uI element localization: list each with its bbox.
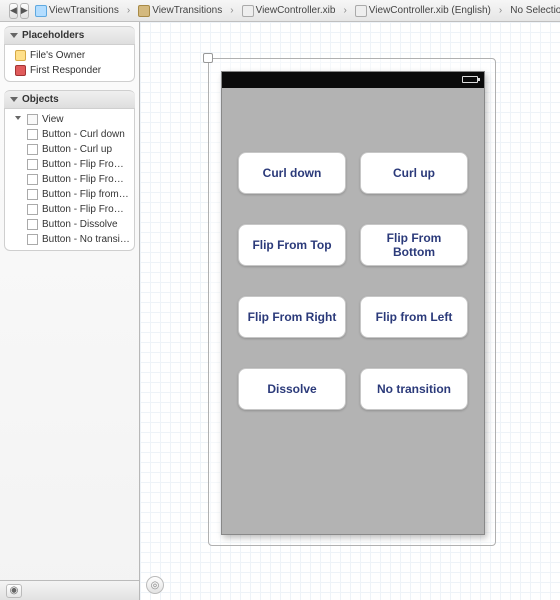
disclosure-triangle-icon[interactable]	[15, 116, 21, 123]
crumb-selection-label: No Selection	[510, 5, 560, 16]
scene-container[interactable]: Curl down Curl up Flip From Top Flip Fro…	[208, 58, 496, 546]
outline-button-label: Button - Flip From Top	[42, 159, 130, 170]
curl-up-button[interactable]: Curl up	[360, 152, 468, 194]
no-transition-button[interactable]: No transition	[360, 368, 468, 410]
ib-canvas[interactable]: Curl down Curl up Flip From Top Flip Fro…	[140, 22, 560, 600]
objects-section-body: View Button - Curl down Button - Curl up…	[4, 109, 135, 251]
first-responder-item[interactable]: First Responder	[5, 63, 134, 78]
files-owner-label: File's Owner	[30, 50, 85, 61]
button-icon	[27, 129, 38, 140]
nav-forward-button[interactable]: ▶	[20, 3, 29, 19]
button-icon	[27, 174, 38, 185]
crumb-separator	[340, 5, 349, 16]
files-owner-icon	[15, 50, 26, 61]
outline-button-label: Button - Flip From Bo...	[42, 174, 130, 185]
first-responder-icon	[15, 65, 26, 76]
view-label: View	[42, 114, 64, 125]
outline-button-item[interactable]: Button - No transition	[5, 232, 134, 247]
main-split: Placeholders File's Owner First Responde…	[0, 22, 560, 600]
crumb-folder-label: ViewTransitions	[152, 5, 222, 16]
outline-button-item[interactable]: Button - Flip From Top	[5, 157, 134, 172]
button-label: Flip From Top	[252, 238, 331, 252]
button-icon	[27, 144, 38, 155]
crumb-localization-label: ViewController.xib (English)	[369, 5, 491, 16]
button-label: Flip from Left	[376, 310, 453, 324]
flip-from-right-button[interactable]: Flip From Right	[238, 296, 346, 338]
disclosure-triangle-icon	[10, 33, 18, 38]
curl-down-button[interactable]: Curl down	[238, 152, 346, 194]
outline-button-label: Button - Flip from Left	[42, 189, 130, 200]
placeholders-section-body: File's Owner First Responder	[4, 45, 135, 82]
crumb-localization[interactable]: ViewController.xib (English)	[350, 5, 496, 17]
crumb-separator	[227, 5, 236, 16]
outline-button-item[interactable]: Button - Curl down	[5, 127, 134, 142]
outline-button-label: Button - Curl up	[42, 144, 112, 155]
objects-title: Objects	[22, 94, 59, 105]
battery-icon	[462, 76, 478, 83]
xib-file-icon	[242, 5, 254, 17]
crumb-separator	[496, 5, 505, 16]
crumb-selection[interactable]: No Selection	[505, 5, 560, 16]
outline-button-label: Button - Dissolve	[42, 219, 118, 230]
files-owner-item[interactable]: File's Owner	[5, 48, 134, 63]
button-label: Curl up	[393, 166, 435, 180]
breadcrumb-bar: ◀ ▶ ViewTransitions ViewTransitions View…	[0, 0, 560, 22]
button-label: Flip From Right	[248, 310, 337, 324]
toggle-dock-button[interactable]: ◎	[146, 576, 164, 594]
outline-button-label: Button - No transition	[42, 234, 130, 245]
crumb-project-label: ViewTransitions	[49, 5, 119, 16]
crumb-xib[interactable]: ViewController.xib	[237, 5, 341, 17]
filter-button[interactable]: ◉	[6, 584, 22, 598]
button-icon	[27, 159, 38, 170]
view-icon	[27, 114, 38, 125]
flip-from-bottom-button[interactable]: Flip From Bottom	[360, 224, 468, 266]
crumb-project[interactable]: ViewTransitions	[30, 5, 124, 17]
placeholders-section-header[interactable]: Placeholders	[4, 26, 135, 45]
button-icon	[27, 204, 38, 215]
button-icon	[27, 189, 38, 200]
button-label: Flip From Bottom	[365, 231, 463, 259]
xib-file-icon	[355, 5, 367, 17]
folder-icon	[138, 5, 150, 17]
root-view[interactable]: Curl down Curl up Flip From Top Flip Fro…	[221, 71, 485, 535]
placeholders-title: Placeholders	[22, 30, 84, 41]
button-label: Dissolve	[267, 382, 316, 396]
document-outline: Placeholders File's Owner First Responde…	[0, 22, 140, 600]
crumb-folder[interactable]: ViewTransitions	[133, 5, 227, 17]
resize-handle[interactable]	[203, 53, 213, 63]
flip-from-top-button[interactable]: Flip From Top	[238, 224, 346, 266]
button-icon	[27, 234, 38, 245]
outline-button-label: Button - Curl down	[42, 129, 125, 140]
flip-from-left-button[interactable]: Flip from Left	[360, 296, 468, 338]
button-label: Curl down	[263, 166, 322, 180]
crumb-separator	[124, 5, 133, 16]
button-label: No transition	[377, 382, 451, 396]
outline-button-item[interactable]: Button - Flip From Right	[5, 202, 134, 217]
crumb-xib-label: ViewController.xib	[256, 5, 336, 16]
outline-button-item[interactable]: Button - Flip from Left	[5, 187, 134, 202]
outline-filter-bar: ◉	[0, 580, 139, 600]
outline-button-label: Button - Flip From Right	[42, 204, 130, 215]
first-responder-label: First Responder	[30, 65, 101, 76]
nav-back-button[interactable]: ◀	[9, 3, 18, 19]
related-items-icon[interactable]	[3, 5, 5, 17]
button-icon	[27, 219, 38, 230]
objects-section-header[interactable]: Objects	[4, 90, 135, 109]
xcode-project-icon	[35, 5, 47, 17]
outline-button-item[interactable]: Button - Flip From Bo...	[5, 172, 134, 187]
dissolve-button[interactable]: Dissolve	[238, 368, 346, 410]
outline-button-item[interactable]: Button - Curl up	[5, 142, 134, 157]
view-item[interactable]: View	[5, 112, 134, 127]
button-grid: Curl down Curl up Flip From Top Flip Fro…	[222, 88, 484, 410]
disclosure-triangle-icon	[10, 97, 18, 102]
status-bar	[222, 72, 484, 88]
outline-button-item[interactable]: Button - Dissolve	[5, 217, 134, 232]
